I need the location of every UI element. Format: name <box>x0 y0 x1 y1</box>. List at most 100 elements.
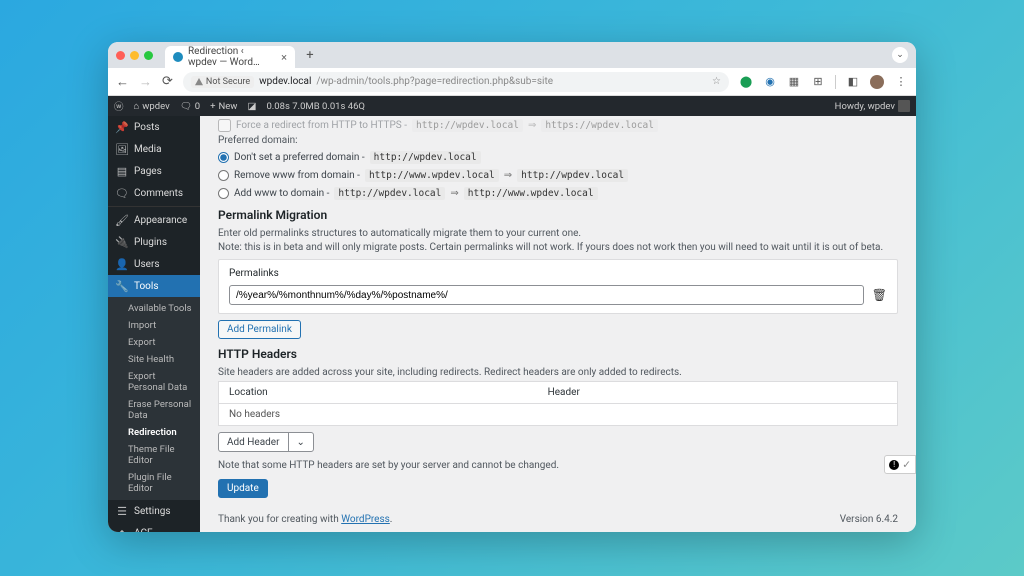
url-host: wpdev.local <box>259 76 311 87</box>
comments-link[interactable]: 🗨 0 <box>180 101 200 112</box>
extensions-puzzle-icon[interactable]: ⊞ <box>811 75 825 89</box>
back-button[interactable]: ← <box>116 74 129 90</box>
user-avatar-icon <box>898 100 910 112</box>
tab-overflow-icon[interactable]: ⌄ <box>892 47 908 63</box>
side-panel-icon[interactable]: ◧ <box>846 75 860 89</box>
home-icon: ⌂ <box>134 101 140 112</box>
minimize-window-icon[interactable] <box>130 51 139 60</box>
code-to: http://wpdev.local <box>517 169 628 182</box>
code-domain: http://wpdev.local <box>370 151 481 164</box>
radio-input[interactable] <box>218 152 229 163</box>
radio-add-www[interactable]: Add www to domain - http://wpdev.local ⇒… <box>218 187 898 200</box>
sub-export-personal[interactable]: Export Personal Data <box>108 368 200 396</box>
sub-erase-personal[interactable]: Erase Personal Data <box>108 396 200 424</box>
info-icon: ! <box>889 460 899 470</box>
force-https-row: Force a redirect from HTTP to HTTPS - ht… <box>218 119 898 132</box>
sub-site-health[interactable]: Site Health <box>108 351 200 368</box>
browser-tabstrip: Redirection ‹ wpdev — Word… × + ⌄ <box>108 42 916 68</box>
plug-icon: 🔌 <box>116 236 128 248</box>
wp-adminbar: ⓦ ⌂ wpdev 🗨 0 + New ◪ 0.08s 7.0MB 0.01s … <box>108 96 916 116</box>
close-window-icon[interactable] <box>116 51 125 60</box>
panel-label: Permalinks <box>229 268 887 279</box>
yoast-seo-icon[interactable]: ◪ <box>247 101 256 112</box>
extension-icon[interactable]: ⬤ <box>739 75 753 89</box>
sidebar-item-users[interactable]: 👤Users <box>108 253 200 275</box>
http-headers-table: Location Header No headers <box>218 381 898 426</box>
sub-redirection[interactable]: Redirection <box>108 424 200 441</box>
pushpin-icon: 📌 <box>116 121 128 133</box>
close-tab-icon[interactable]: × <box>281 51 287 64</box>
extension-icon[interactable]: ▦ <box>787 75 801 89</box>
col-header: Header <box>538 382 898 404</box>
update-button[interactable]: Update <box>218 479 268 498</box>
code-from: http://wpdev.local <box>334 187 445 200</box>
sub-export[interactable]: Export <box>108 334 200 351</box>
kebab-menu-icon[interactable]: ⋮ <box>894 75 908 89</box>
comment-icon: 🗨 <box>116 187 128 199</box>
browser-toolbar: ← → ⟳ Not Secure wpdev.local/wp-admin/to… <box>108 68 916 96</box>
sidebar-item-settings[interactable]: ☰Settings <box>108 500 200 522</box>
plus-icon: + <box>210 101 215 112</box>
sub-theme-editor[interactable]: Theme File Editor <box>108 441 200 469</box>
arrow-icon: ⇒ <box>528 120 536 131</box>
radio-input[interactable] <box>218 170 229 181</box>
col-location: Location <box>219 382 538 404</box>
howdy-user[interactable]: Howdy, wpdev <box>835 100 910 112</box>
wp-logo-icon[interactable]: ⓦ <box>114 99 124 113</box>
radio-input[interactable] <box>218 188 229 199</box>
url-path: /wp-admin/tools.php?page=redirection.php… <box>316 76 707 87</box>
browser-tab[interactable]: Redirection ‹ wpdev — Word… × <box>165 46 295 68</box>
wordpress-link[interactable]: WordPress <box>341 514 390 525</box>
sidebar-item-pages[interactable]: ▤Pages <box>108 160 200 182</box>
query-monitor[interactable]: 0.08s 7.0MB 0.01s 46Q <box>266 101 365 112</box>
forward-button[interactable]: → <box>139 74 152 90</box>
force-https-checkbox[interactable] <box>218 119 231 132</box>
headers-help: Site headers are added across your site,… <box>218 367 898 378</box>
chevron-down-icon: ⌄ <box>288 433 313 451</box>
sidebar-item-posts[interactable]: 📌Posts <box>108 116 200 138</box>
wrench-icon: 🔧 <box>116 280 128 292</box>
add-header-select[interactable]: Add Header ⌄ <box>218 432 314 452</box>
no-headers-cell: No headers <box>219 404 898 426</box>
wp-sidebar: 📌Posts 🖼Media ▤Pages 🗨Comments 🖌Appearan… <box>108 116 200 532</box>
sidebar-item-acf[interactable]: ◆ACF <box>108 522 200 532</box>
comment-icon: 🗨 <box>180 101 192 112</box>
new-content-link[interactable]: + New <box>210 101 237 112</box>
zoom-window-icon[interactable] <box>144 51 153 60</box>
sidebar-item-appearance[interactable]: 🖌Appearance <box>108 209 200 231</box>
extension-icon[interactable]: ◉ <box>763 75 777 89</box>
radio-no-preferred[interactable]: Don't set a preferred domain - http://wp… <box>218 151 898 164</box>
traffic-lights <box>116 51 153 60</box>
permalink-help: Enter old permalinks structures to autom… <box>218 228 898 239</box>
sidebar-item-comments[interactable]: 🗨Comments <box>108 182 200 204</box>
main-content: Force a redirect from HTTP to HTTPS - ht… <box>200 116 916 532</box>
bookmark-star-icon[interactable]: ☆ <box>712 76 721 87</box>
add-permalink-button[interactable]: Add Permalink <box>218 320 301 339</box>
page-icon: ▤ <box>116 165 128 177</box>
sidebar-item-plugins[interactable]: 🔌Plugins <box>108 231 200 253</box>
site-link[interactable]: ⌂ wpdev <box>134 101 170 112</box>
sub-plugin-editor[interactable]: Plugin File Editor <box>108 469 200 497</box>
sub-import[interactable]: Import <box>108 317 200 334</box>
code-from: http://www.wpdev.local <box>365 169 499 182</box>
reload-button[interactable]: ⟳ <box>162 74 173 89</box>
new-tab-button[interactable]: + <box>301 46 319 64</box>
address-bar[interactable]: Not Secure wpdev.local/wp-admin/tools.ph… <box>183 72 729 92</box>
sliders-icon: ☰ <box>116 505 128 517</box>
sidebar-item-tools[interactable]: 🔧Tools <box>108 275 200 297</box>
tab-title: Redirection ‹ wpdev — Word… <box>188 46 272 68</box>
sidebar-item-media[interactable]: 🖼Media <box>108 138 200 160</box>
profile-avatar[interactable] <box>870 75 884 89</box>
table-row: No headers <box>219 404 898 426</box>
trash-icon[interactable]: 🗑 <box>872 288 887 302</box>
wordpress-favicon-icon <box>173 52 183 62</box>
not-secure-badge[interactable]: Not Secure <box>191 76 254 88</box>
permalink-input[interactable] <box>229 285 864 305</box>
permalinks-panel: Permalinks 🗑 <box>218 259 898 314</box>
radio-remove-www[interactable]: Remove www from domain - http://www.wpde… <box>218 169 898 182</box>
status-pill[interactable]: ! ✓ <box>884 455 916 474</box>
code-to: http://www.wpdev.local <box>464 187 598 200</box>
wp-version: Version 6.4.2 <box>840 514 898 525</box>
sub-available-tools[interactable]: Available Tools <box>108 300 200 317</box>
warning-icon <box>195 78 203 86</box>
